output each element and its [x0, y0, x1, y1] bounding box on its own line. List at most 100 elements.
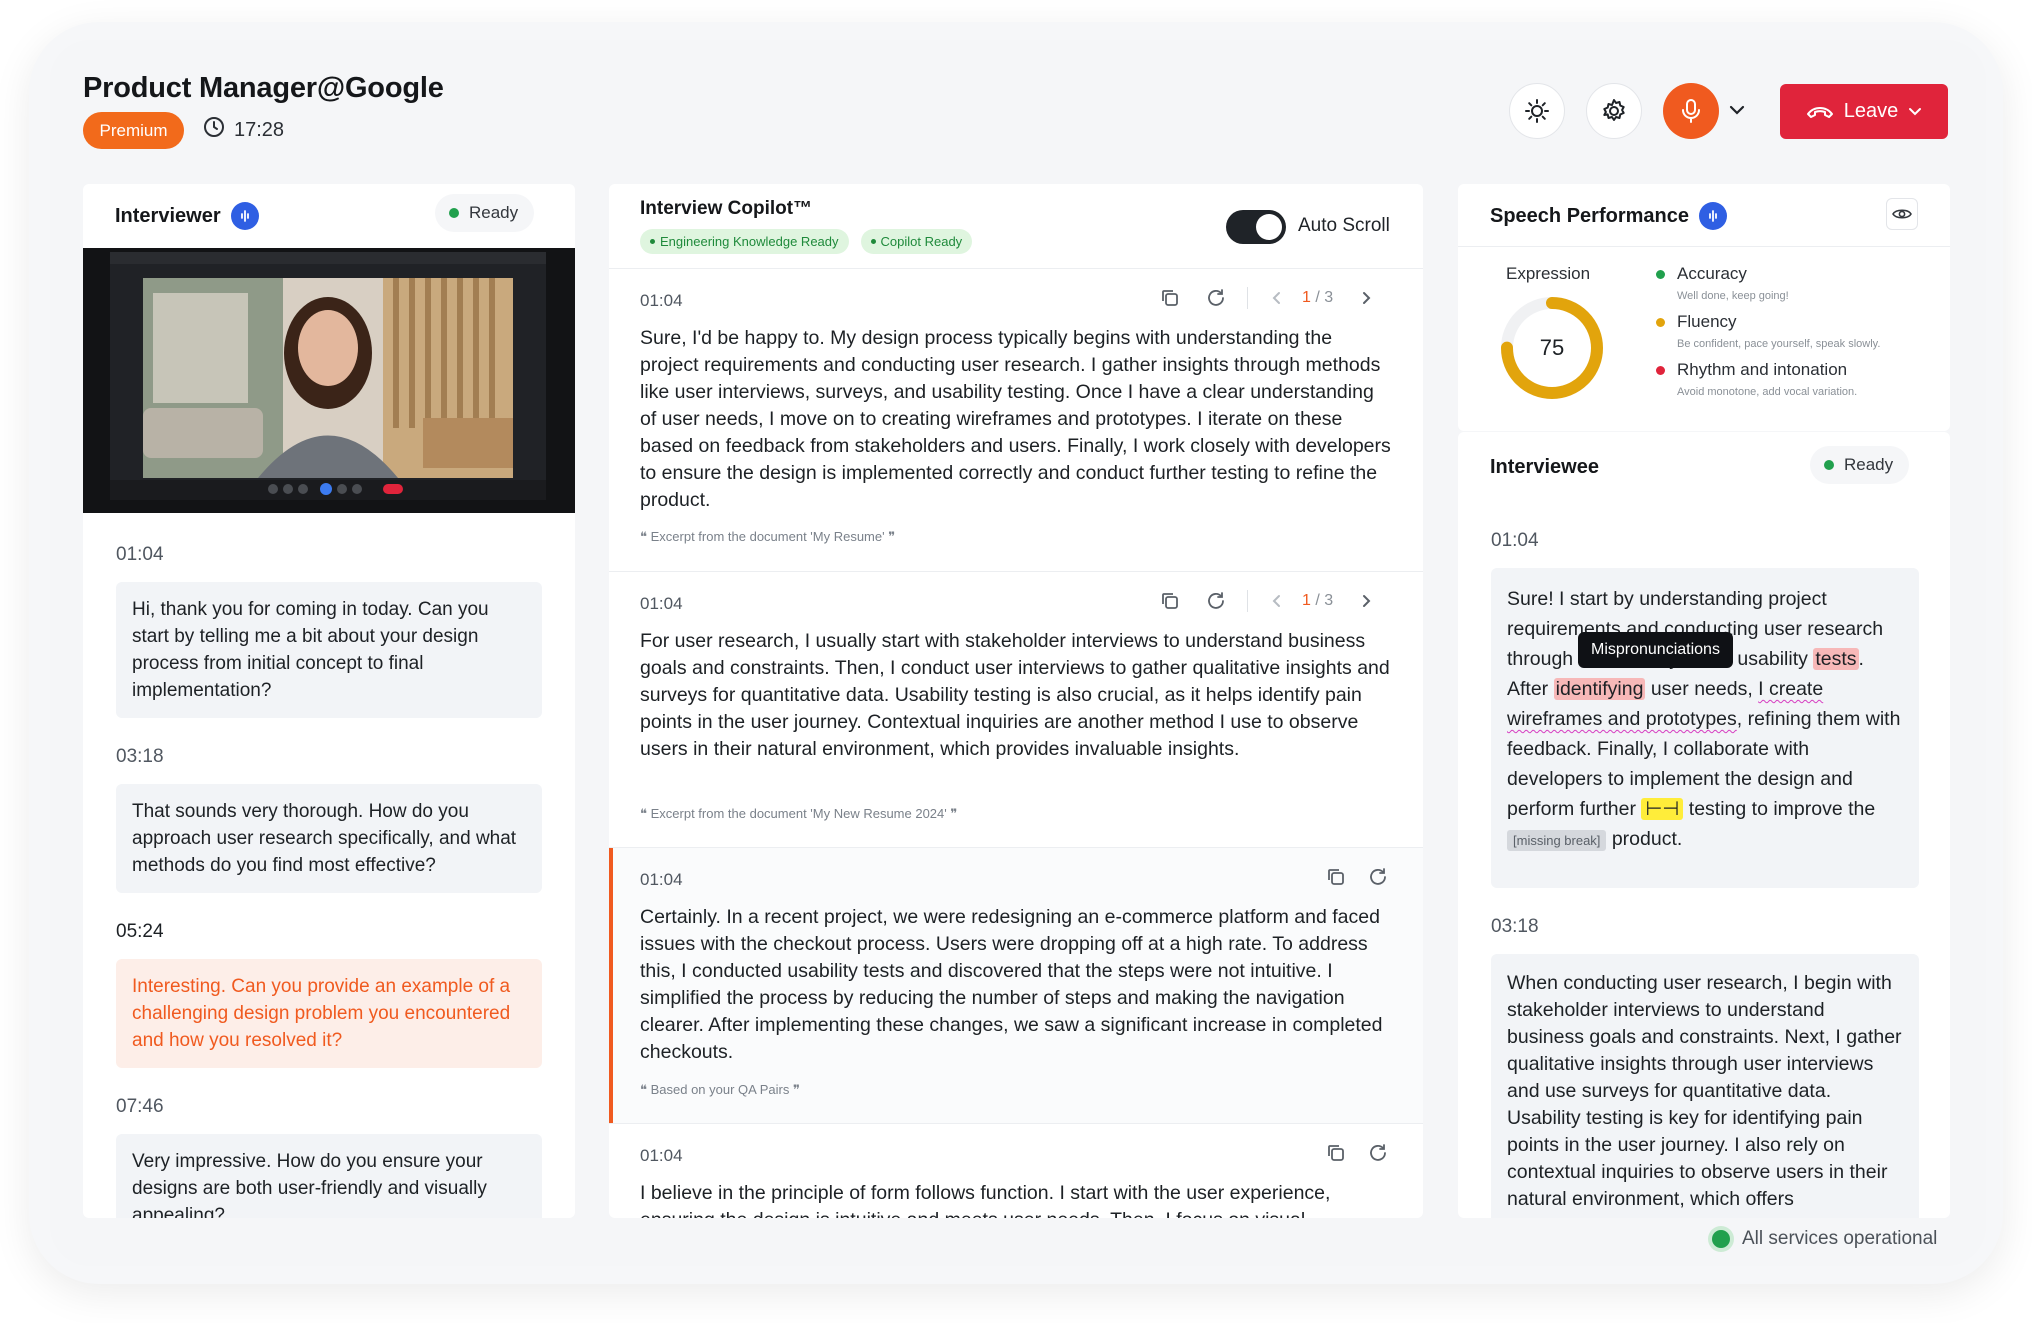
filler-pause-marker[interactable]: ⊢⊣	[1641, 798, 1684, 820]
card-timestamp: 01:04	[640, 870, 683, 889]
status-dot-icon	[449, 208, 459, 218]
message-timestamp: 01:04	[116, 544, 164, 565]
copilot-panel: Interview Copilot™ Engineering Knowledge…	[609, 184, 1423, 1218]
clock-icon	[203, 116, 225, 144]
speech-header: Speech Performance	[1490, 202, 1727, 230]
copy-icon[interactable]	[1325, 866, 1347, 888]
card-answer-text: For user research, I usually start with …	[640, 630, 1390, 760]
card-actions: 1 / 3	[1159, 287, 1373, 309]
fluency-dot-icon	[1656, 317, 1665, 327]
copy-icon[interactable]	[1325, 1142, 1347, 1164]
microphone-icon	[1682, 99, 1700, 123]
theme-toggle-button[interactable]	[1509, 83, 1565, 139]
interviewee-panel: Interviewee Ready 01:04 Sure! I start by…	[1458, 432, 1950, 1218]
interviewer-message: Hi, thank you for coming in today. Can y…	[116, 582, 542, 718]
copilot-header: Interview Copilot™ Engineering Knowledge…	[640, 198, 984, 254]
card-actions	[1325, 1142, 1389, 1164]
message-timestamp: 01:04	[1491, 530, 1539, 551]
interviewee-status-badge: Ready	[1810, 446, 1910, 484]
interviewer-panel: Interviewer Ready 01:04 Hi, thank you fo…	[83, 184, 575, 1218]
status-dot-icon	[1824, 460, 1834, 470]
settings-button[interactable]	[1586, 83, 1642, 139]
rhythm-dot-icon	[1656, 365, 1665, 375]
divider	[1247, 590, 1248, 612]
chevron-left-icon[interactable]	[1270, 593, 1284, 609]
auto-scroll-toggle[interactable]	[1226, 210, 1286, 244]
copy-icon[interactable]	[1159, 287, 1181, 309]
interviewer-status-badge: Ready	[435, 194, 535, 232]
status-tag: Engineering Knowledge Ready	[640, 229, 849, 254]
interviewer-message-active[interactable]: Interesting. Can you provide an example …	[116, 959, 542, 1068]
message-timestamp: 03:18	[1491, 916, 1539, 937]
copilot-answer-card: 01:04 1 / 3 For user research, I usually…	[609, 571, 1423, 847]
card-answer-text: I believe in the principle of form follo…	[640, 1182, 1331, 1218]
expression-score-gauge: 75	[1498, 294, 1606, 407]
copilot-tags: Engineering Knowledge Ready Copilot Read…	[640, 229, 984, 254]
message-timestamp: 05:24	[116, 921, 164, 942]
refresh-icon[interactable]	[1205, 287, 1227, 309]
leave-button[interactable]: Leave	[1780, 84, 1948, 139]
card-answer-text: Certainly. In a recent project, we were …	[640, 906, 1383, 1063]
message-timestamp: 03:18	[116, 746, 164, 767]
visibility-toggle-button[interactable]	[1886, 198, 1918, 230]
interviewee-status-text: Ready	[1844, 455, 1894, 474]
copilot-answer-card-active: 01:04 Certainly. In a recent project, we…	[609, 847, 1423, 1123]
expression-score: 75	[1539, 335, 1565, 360]
message-timestamp: 07:46	[116, 1096, 164, 1117]
copy-icon[interactable]	[1159, 590, 1181, 612]
chevron-down-icon	[1729, 105, 1745, 115]
gear-icon	[1603, 99, 1625, 121]
refresh-icon[interactable]	[1205, 590, 1227, 612]
divider	[1458, 246, 1950, 247]
card-actions	[1325, 866, 1389, 888]
status-ok-icon	[1712, 1230, 1730, 1248]
interviewer-video-feed	[83, 248, 575, 513]
interviewer-header: Interviewer	[115, 202, 259, 230]
sun-icon	[1525, 99, 1549, 123]
service-status-text: All services operational	[1742, 1228, 1938, 1249]
card-timestamp: 01:04	[640, 291, 683, 310]
refresh-icon[interactable]	[1367, 866, 1389, 888]
interviewee-title: Interviewee	[1490, 456, 1599, 478]
page-indicator: 1 / 3	[1302, 592, 1334, 609]
chevron-right-icon[interactable]	[1359, 290, 1373, 306]
metric-accuracy: Accuracy Well done, keep going!	[1656, 264, 1789, 302]
chevron-left-icon[interactable]	[1270, 290, 1284, 306]
interviewer-title: Interviewer	[115, 204, 221, 227]
leave-label: Leave	[1843, 100, 1899, 122]
refresh-icon[interactable]	[1367, 1142, 1389, 1164]
interviewee-message: Sure! I start by understanding project r…	[1491, 568, 1919, 888]
speech-performance-panel: Speech Performance Expression 75 Accurac…	[1458, 184, 1950, 431]
microphone-button[interactable]	[1663, 83, 1719, 139]
status-tag: Copilot Ready	[860, 229, 973, 254]
chevron-right-icon[interactable]	[1359, 593, 1373, 609]
mispronounced-word[interactable]: identifying	[1553, 678, 1646, 700]
interviewee-message: When conducting user research, I begin w…	[1491, 954, 1919, 1218]
expression-label: Expression	[1506, 264, 1591, 283]
interviewer-message: Very impressive. How do you ensure your …	[116, 1134, 542, 1218]
copilot-title: Interview Copilot™	[640, 198, 813, 219]
timer-value: 17:28	[234, 118, 285, 141]
service-status: All services operational	[1712, 1228, 1937, 1250]
divider	[1247, 287, 1248, 309]
mispronunciations-tooltip: Mispronunciations	[1578, 632, 1733, 668]
audio-wave-icon	[230, 202, 259, 230]
card-source: ❝ Based on your QA Pairs ❞	[640, 1082, 800, 1097]
session-timer: 17:28	[203, 116, 284, 144]
audio-wave-icon	[1698, 202, 1727, 230]
missing-break-tag: [missing break]	[1507, 830, 1607, 851]
speech-title: Speech Performance	[1490, 204, 1689, 227]
card-source: ❝ Excerpt from the document 'My Resume' …	[640, 529, 896, 544]
page-indicator: 1 / 3	[1302, 289, 1334, 306]
page-title: Product Manager@Google	[83, 72, 444, 104]
chevron-down-icon	[1909, 107, 1922, 115]
microphone-options-chevron[interactable]	[1725, 98, 1749, 122]
hang-up-icon	[1806, 106, 1833, 118]
video-frame-image	[83, 248, 575, 513]
card-timestamp: 01:04	[640, 1146, 683, 1165]
metric-rhythm: Rhythm and intonation Avoid monotone, ad…	[1656, 360, 1857, 398]
mispronounced-word[interactable]: tests	[1813, 648, 1859, 670]
interviewer-status-text: Ready	[469, 203, 519, 222]
copilot-answer-card: 01:04 I believe in the principle of form…	[609, 1123, 1423, 1218]
metric-fluency: Fluency Be confident, pace yourself, spe…	[1656, 312, 1880, 350]
